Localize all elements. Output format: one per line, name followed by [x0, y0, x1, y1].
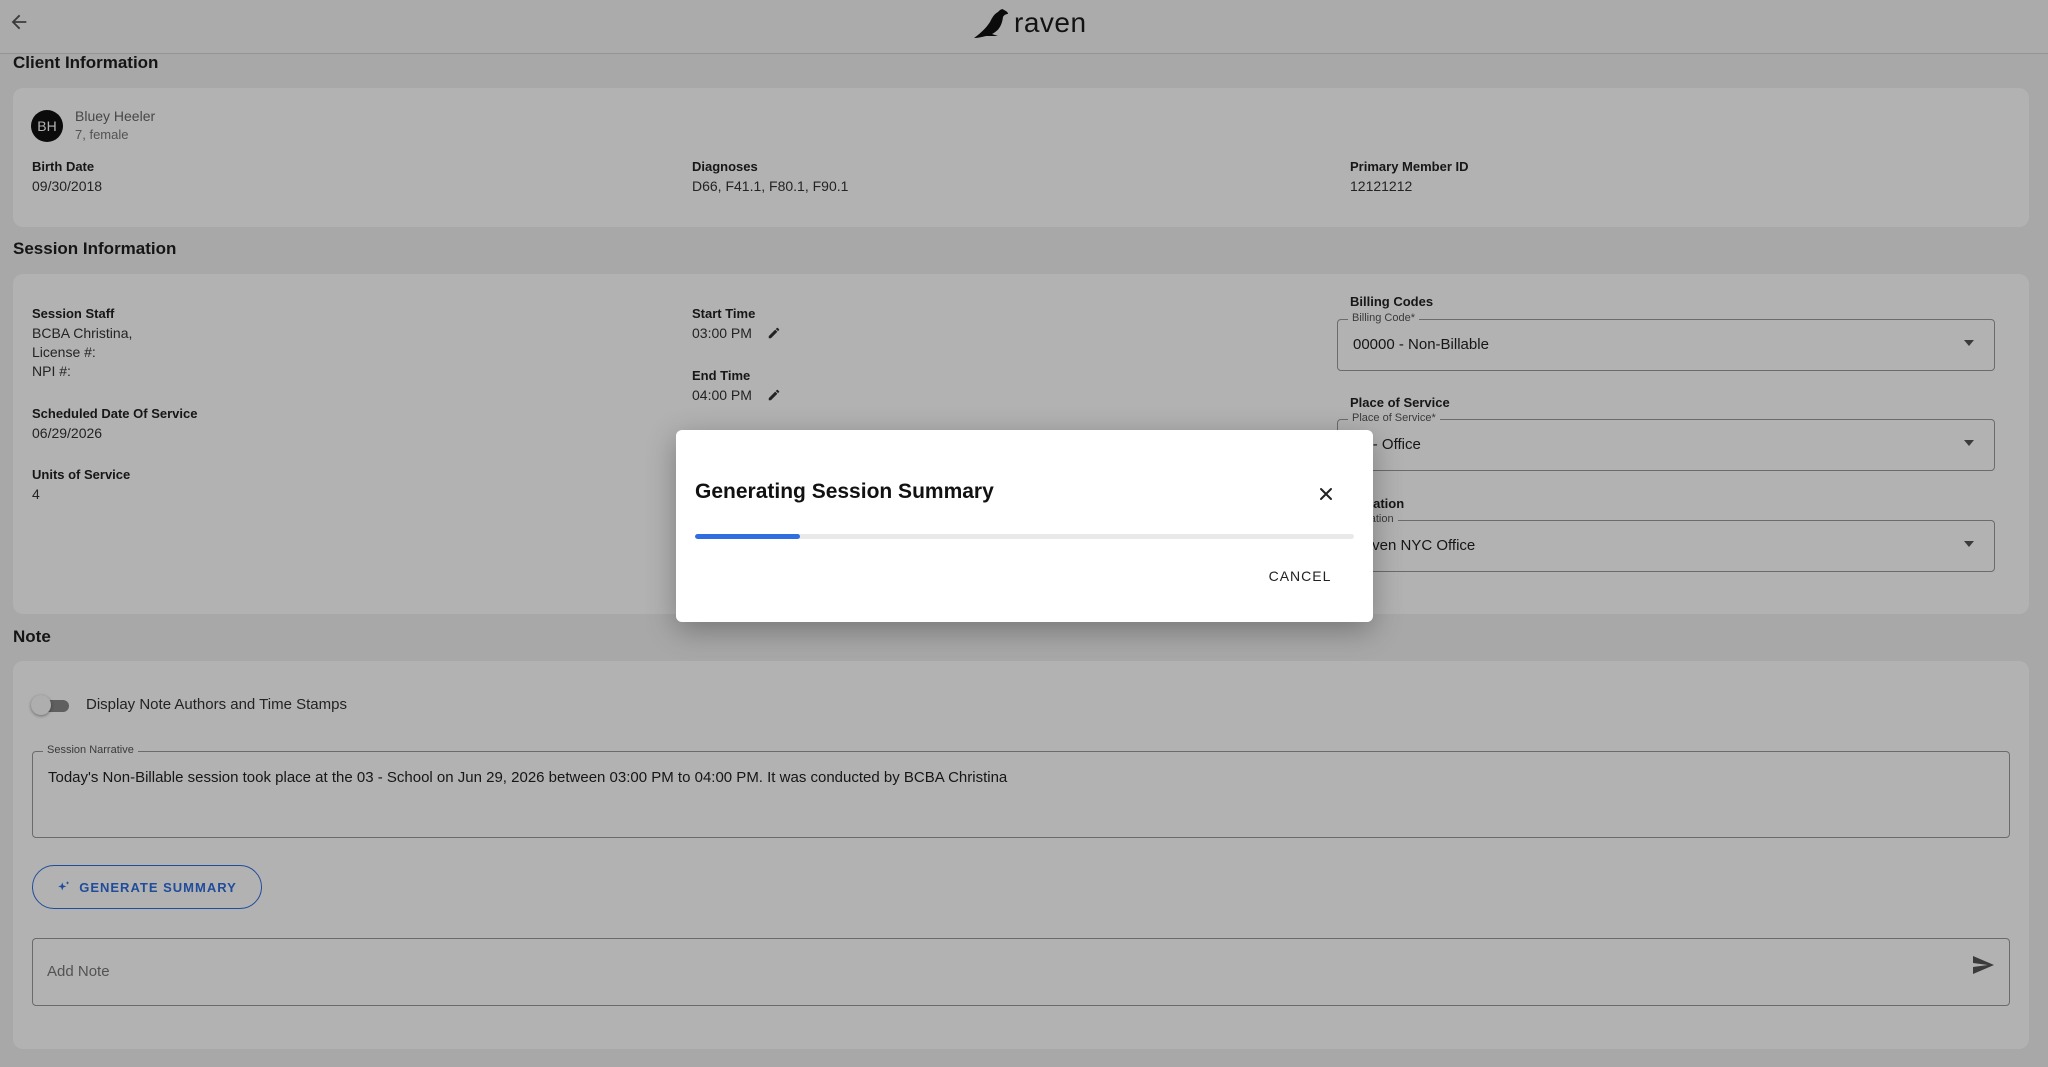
dialog-title: Generating Session Summary	[695, 480, 994, 503]
cancel-button[interactable]: CANCEL	[1256, 558, 1344, 594]
close-icon[interactable]	[1316, 484, 1336, 504]
progress-track	[695, 534, 1354, 539]
generating-summary-dialog: Generating Session Summary CANCEL	[676, 430, 1373, 622]
progress-fill	[695, 534, 801, 539]
